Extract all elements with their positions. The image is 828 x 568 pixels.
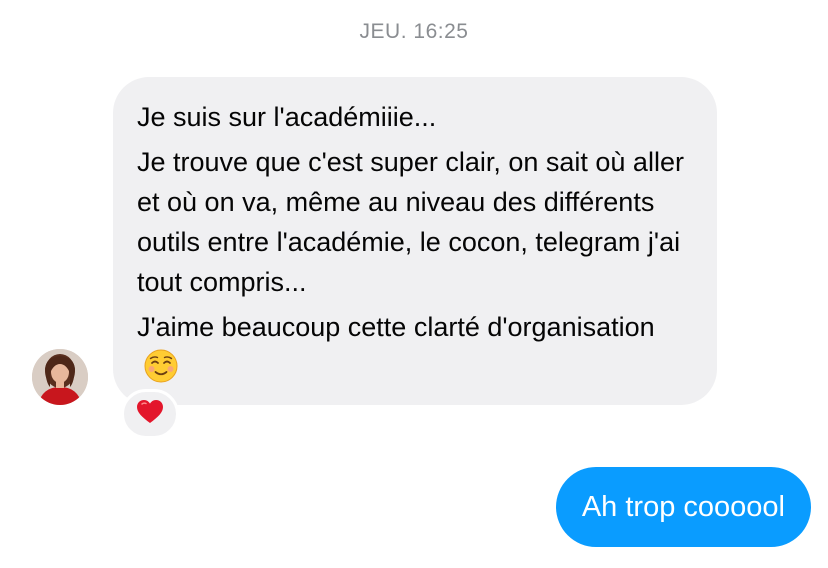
message-paragraph-3: J'aime beaucoup cette clarté d'organisat… xyxy=(137,307,693,387)
message-paragraph-1: Je suis sur l'académiiie... xyxy=(137,102,437,132)
sender-avatar[interactable] xyxy=(32,349,88,405)
message-paragraph-3-text: J'aime beaucoup cette clarté d'organisat… xyxy=(137,312,655,342)
chat-thread: JEU. 16:25 Je suis sur l'académiiie... J… xyxy=(0,0,828,568)
outgoing-message-text: Ah trop coooool xyxy=(581,490,785,523)
red-heart-icon xyxy=(136,399,164,430)
message-paragraph-2: Je trouve que c'est super clair, on sait… xyxy=(137,147,684,297)
outgoing-message-bubble[interactable]: Ah trop coooool xyxy=(555,467,811,547)
incoming-message-bubble[interactable]: Je suis sur l'académiiie... Je trouve qu… xyxy=(113,77,717,405)
reaction-badge[interactable] xyxy=(121,389,179,439)
smiling-face-emoji-icon xyxy=(143,348,179,384)
message-timestamp: JEU. 16:25 xyxy=(359,20,469,43)
